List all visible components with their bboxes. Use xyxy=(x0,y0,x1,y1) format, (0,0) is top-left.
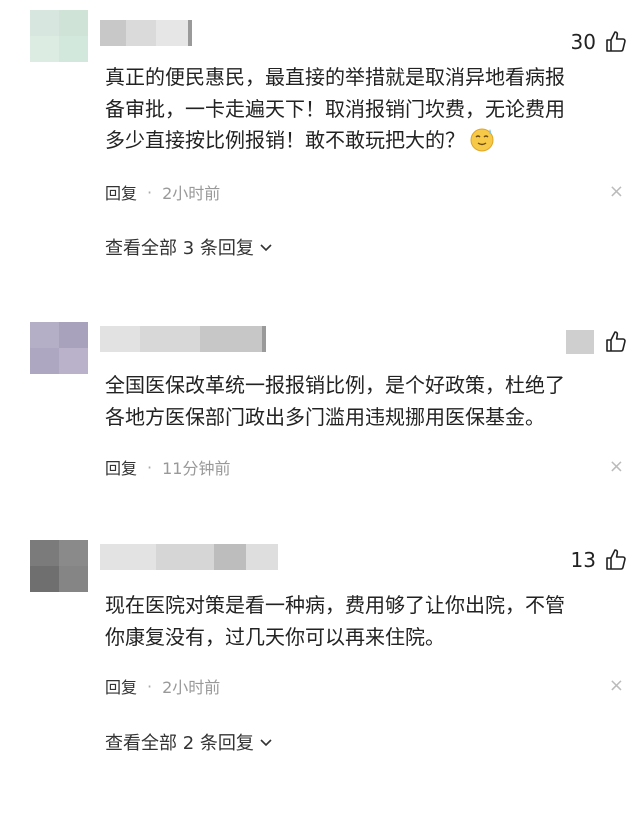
comment-text: 真正的便民惠民，最直接的举措就是取消异地看病报 备审批，一卡走遍天下！取消报销门… xyxy=(105,65,565,152)
username-blurred[interactable] xyxy=(100,326,266,352)
avatar[interactable] xyxy=(30,322,88,374)
comment-text: 全国医保改革统一报报销比例，是个好政策，杜绝了 各地方医保部门政出多门滥用违规挪… xyxy=(105,373,565,429)
separator: · xyxy=(147,182,153,202)
chevron-down-icon xyxy=(260,244,272,252)
reply-button[interactable]: 回复 xyxy=(105,674,137,698)
reply-button[interactable]: 回复 xyxy=(105,455,137,479)
comment-meta: 回复 · 2小时前 xyxy=(105,674,220,698)
chevron-down-icon xyxy=(260,739,272,747)
reply-button[interactable]: 回复 xyxy=(105,180,137,204)
sweat-smile-emoji-icon xyxy=(470,128,494,152)
close-icon[interactable]: × xyxy=(609,182,624,202)
close-icon[interactable]: × xyxy=(609,676,624,696)
close-icon[interactable]: × xyxy=(609,457,624,477)
view-all-replies-link[interactable]: 查看全部 2 条回复 xyxy=(105,729,274,755)
avatar[interactable] xyxy=(30,540,88,592)
view-all-replies-link[interactable]: 查看全部 3 条回复 xyxy=(105,234,274,260)
view-all-replies-label: 查看全部 3 条回复 xyxy=(105,238,254,259)
like-button[interactable]: 30 xyxy=(571,28,628,56)
thumbs-up-icon xyxy=(606,331,626,352)
like-count: 13 xyxy=(570,548,596,572)
timestamp: 2小时前 xyxy=(162,184,221,203)
comment-text: 现在医院对策是看一种病，费用够了让你出院，不管 你康复没有，过几天你可以再来住院… xyxy=(105,593,565,649)
separator: · xyxy=(147,676,153,696)
timestamp: 11分钟前 xyxy=(162,459,231,478)
comment-meta: 回复 · 11分钟前 xyxy=(105,455,230,479)
like-button[interactable]: 13 xyxy=(571,546,628,574)
thumbs-up-icon xyxy=(606,549,626,570)
like-button[interactable] xyxy=(566,328,628,356)
username-blurred[interactable] xyxy=(100,20,192,46)
like-count: 30 xyxy=(570,30,596,54)
username-blurred[interactable] xyxy=(100,544,278,570)
avatar[interactable] xyxy=(30,10,88,62)
thumbs-up-icon xyxy=(606,31,626,52)
timestamp: 2小时前 xyxy=(162,678,221,697)
like-count-blurred xyxy=(566,330,594,354)
view-all-replies-label: 查看全部 2 条回复 xyxy=(105,733,254,754)
comment-meta: 回复 · 2小时前 xyxy=(105,180,220,204)
separator: · xyxy=(147,457,153,477)
